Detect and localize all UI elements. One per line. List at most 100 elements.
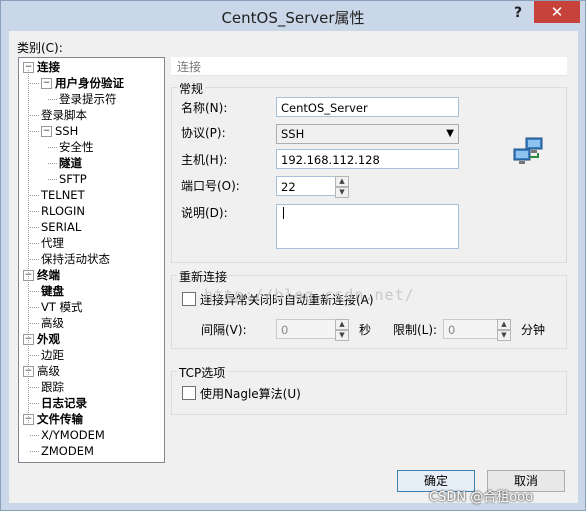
tree-item[interactable]: 隧道 bbox=[59, 155, 82, 171]
tree-connector bbox=[30, 259, 39, 260]
tree-item[interactable]: 外观 bbox=[37, 331, 60, 347]
tree-item-label: 连接 bbox=[37, 60, 60, 74]
spin-down-icon[interactable]: ▼ bbox=[335, 187, 349, 198]
interval-input[interactable]: 0 bbox=[276, 319, 336, 339]
tree-item[interactable]: SSH bbox=[55, 123, 78, 139]
tree-connector bbox=[48, 163, 57, 164]
tree-item[interactable]: 边距 bbox=[41, 347, 64, 363]
port-spinner[interactable]: ▲ ▼ bbox=[335, 176, 349, 198]
dialog-client-area: 类别(C): 连接 − 用户身份验证 − 登录提示符 登录脚本 SSH − 安全性 隧道 SFTP T… bbox=[9, 31, 578, 503]
tree-item[interactable]: 连接 bbox=[37, 59, 60, 75]
spin-up-icon[interactable]: ▲ bbox=[497, 319, 511, 330]
name-input[interactable]: CentOS_Server bbox=[276, 97, 459, 117]
tree-connector bbox=[30, 435, 39, 436]
tree-item[interactable]: 用户身份验证 bbox=[55, 75, 124, 91]
tree-item-label: 保持活动状态 bbox=[41, 252, 110, 266]
tree-item-label: 高级 bbox=[41, 316, 64, 330]
tree-item-label: SFTP bbox=[59, 172, 87, 186]
tree-item-label: 文件传输 bbox=[37, 412, 83, 426]
general-group-title: 常规 bbox=[177, 80, 206, 97]
tree-item-label: 日志记录 bbox=[41, 396, 87, 410]
tree-item[interactable]: 日志记录 bbox=[41, 395, 87, 411]
title-bar[interactable]: CentOS_Server属性 ? ✕ bbox=[1, 1, 585, 31]
tree-connector bbox=[30, 451, 39, 452]
tree-item-label: 隧道 bbox=[59, 156, 82, 170]
panel-header: 连接 bbox=[171, 57, 567, 76]
spin-down-icon[interactable]: ▼ bbox=[335, 330, 349, 341]
tree-item[interactable]: 安全性 bbox=[59, 139, 94, 155]
tree-item[interactable]: 登录脚本 bbox=[41, 107, 87, 123]
tree-item[interactable]: 终端 bbox=[37, 267, 60, 283]
interval-spinner[interactable]: ▲ ▼ bbox=[335, 319, 349, 341]
close-button[interactable]: ✕ bbox=[534, 1, 580, 23]
tree-collapse-icon[interactable]: − bbox=[41, 126, 52, 137]
limit-label: 限制(L): bbox=[393, 323, 438, 337]
tcp-group-title: TCP选项 bbox=[177, 364, 228, 381]
description-textarea[interactable] bbox=[276, 204, 459, 249]
tree-item[interactable]: 键盘 bbox=[41, 283, 64, 299]
tree-item-label: 安全性 bbox=[59, 140, 94, 154]
text-cursor bbox=[283, 207, 284, 219]
tree-item[interactable]: ZMODEM bbox=[41, 443, 94, 459]
tree-connector bbox=[30, 355, 39, 356]
chevron-down-icon: ▼ bbox=[446, 128, 454, 139]
tree-item-label: 高级 bbox=[37, 364, 60, 378]
spin-up-icon[interactable]: ▲ bbox=[335, 319, 349, 330]
interval-label: 间隔(V): bbox=[201, 323, 247, 337]
name-label: 名称(N): bbox=[181, 101, 228, 115]
tree-item[interactable]: 跟踪 bbox=[41, 379, 64, 395]
tree-connector bbox=[30, 291, 39, 292]
tree-connector bbox=[30, 227, 39, 228]
nagle-checkbox[interactable] bbox=[182, 386, 196, 400]
tree-item[interactable]: 登录提示符 bbox=[59, 91, 117, 107]
limit-input[interactable]: 0 bbox=[443, 319, 498, 339]
tree-item[interactable]: 保持活动状态 bbox=[41, 251, 110, 267]
category-tree[interactable]: 连接 − 用户身份验证 − 登录提示符 登录脚本 SSH − 安全性 隧道 SFTP TELNET RL… bbox=[18, 57, 165, 463]
tree-connector bbox=[30, 115, 39, 116]
tree-connector bbox=[48, 147, 57, 148]
tree-item[interactable]: 高级 bbox=[37, 363, 60, 379]
tree-connector bbox=[30, 387, 39, 388]
limit-spinner[interactable]: ▲ ▼ bbox=[497, 319, 511, 341]
tree-item-label: X/YMODEM bbox=[41, 428, 105, 442]
tree-item[interactable]: SFTP bbox=[59, 171, 87, 187]
help-button[interactable]: ? bbox=[506, 3, 530, 23]
tree-item[interactable]: 代理 bbox=[41, 235, 64, 251]
properties-dialog: CentOS_Server属性 ? ✕ 类别(C): 连接 − 用户身份验证 − 登录提… bbox=[0, 0, 586, 511]
host-label: 主机(H): bbox=[181, 153, 228, 167]
tree-connector bbox=[30, 195, 39, 196]
tree-item[interactable]: TELNET bbox=[41, 187, 85, 203]
tree-item[interactable]: VT 模式 bbox=[41, 299, 83, 315]
description-label: 说明(D): bbox=[181, 206, 228, 220]
window-title: CentOS_Server属性 bbox=[221, 9, 365, 27]
tree-item[interactable]: SERIAL bbox=[41, 219, 81, 235]
tree-item-label: SSH bbox=[55, 124, 79, 138]
tree-connector bbox=[30, 323, 39, 324]
tree-connector bbox=[48, 179, 57, 180]
protocol-select[interactable]: SSH ▼ bbox=[276, 124, 459, 144]
spin-up-icon[interactable]: ▲ bbox=[335, 176, 349, 187]
tree-item[interactable]: RLOGIN bbox=[41, 203, 85, 219]
auto-reconnect-checkbox[interactable] bbox=[182, 292, 196, 306]
tree-connector bbox=[30, 307, 39, 308]
tree-collapse-icon[interactable]: − bbox=[41, 78, 52, 89]
tree-guide bbox=[28, 70, 29, 425]
tree-item-label: 跟踪 bbox=[41, 380, 64, 394]
tree-item-label: 用户身份验证 bbox=[55, 76, 124, 90]
nagle-label[interactable]: 使用Nagle算法(U) bbox=[200, 385, 301, 402]
tree-item-label: TELNET bbox=[41, 188, 85, 202]
tree-connector bbox=[48, 99, 57, 100]
protocol-select-value: SSH bbox=[281, 127, 305, 141]
tree-item[interactable]: X/YMODEM bbox=[41, 427, 105, 443]
tree-item[interactable]: 高级 bbox=[41, 315, 64, 331]
tree-item-label: SERIAL bbox=[41, 220, 82, 234]
tree-item-label: ZMODEM bbox=[41, 444, 94, 458]
protocol-label: 协议(P): bbox=[181, 126, 226, 140]
port-label: 端口号(O): bbox=[181, 179, 240, 193]
host-input[interactable]: 192.168.112.128 bbox=[276, 149, 459, 169]
tree-item[interactable]: 文件传输 bbox=[37, 411, 83, 427]
port-input[interactable]: 22 bbox=[276, 176, 336, 196]
tree-item-label: 代理 bbox=[41, 236, 64, 250]
tree-connector bbox=[30, 211, 39, 212]
spin-down-icon[interactable]: ▼ bbox=[497, 330, 511, 341]
